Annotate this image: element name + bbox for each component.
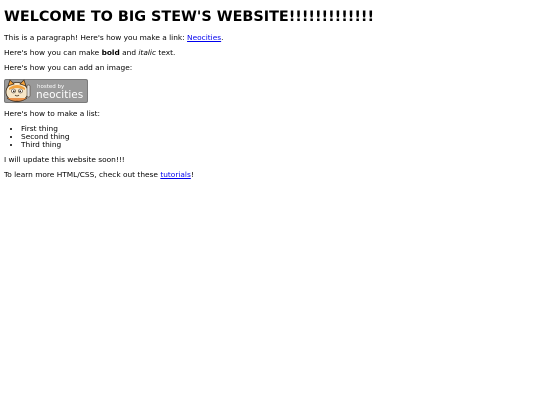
list-intro: Here's how to make a list: [4,109,100,118]
thing-list: First thing Second thing Third thing [4,125,536,149]
badge-big-text: neocities [36,89,83,101]
neocities-link[interactable]: Neocities [187,33,221,42]
format-paragraph: Here's how you can make bold and italic … [4,49,536,57]
update-paragraph: I will update this website soon!!! [4,155,125,164]
link-end-text: . [221,33,224,42]
page-title: WELCOME TO BIG STEW'S WEBSITE!!!!!!!!!!!… [4,9,375,25]
tutorials-link[interactable]: tutorials [160,170,191,179]
list-item: Second thing [21,133,536,141]
bold-text: bold [101,48,120,57]
learn-intro-text: To learn more HTML/CSS, check out these [4,170,161,179]
link-intro-text: This is a paragraph! Here's how you make… [4,33,188,42]
page-content: WELCOME TO BIG STEW'S WEBSITE!!!!!!!!!!!… [0,9,540,179]
format-and-text: and [119,48,139,57]
list-item: First thing [21,125,536,133]
learn-end-text: ! [190,170,194,179]
image-intro: Here's how you can add an image: [4,63,133,72]
italic-text: italic [138,48,157,57]
format-intro-text: Here's how you can make [4,48,102,57]
link-paragraph: This is a paragraph! Here's how you make… [4,34,536,42]
badge-graphic: hosted by neocities [4,79,88,103]
hosted-by-neocities-badge[interactable]: hosted by neocities [4,79,88,103]
learn-paragraph: To learn more HTML/CSS, check out these … [4,171,536,179]
format-end-text: text. [156,48,176,57]
list-item: Third thing [21,141,536,149]
